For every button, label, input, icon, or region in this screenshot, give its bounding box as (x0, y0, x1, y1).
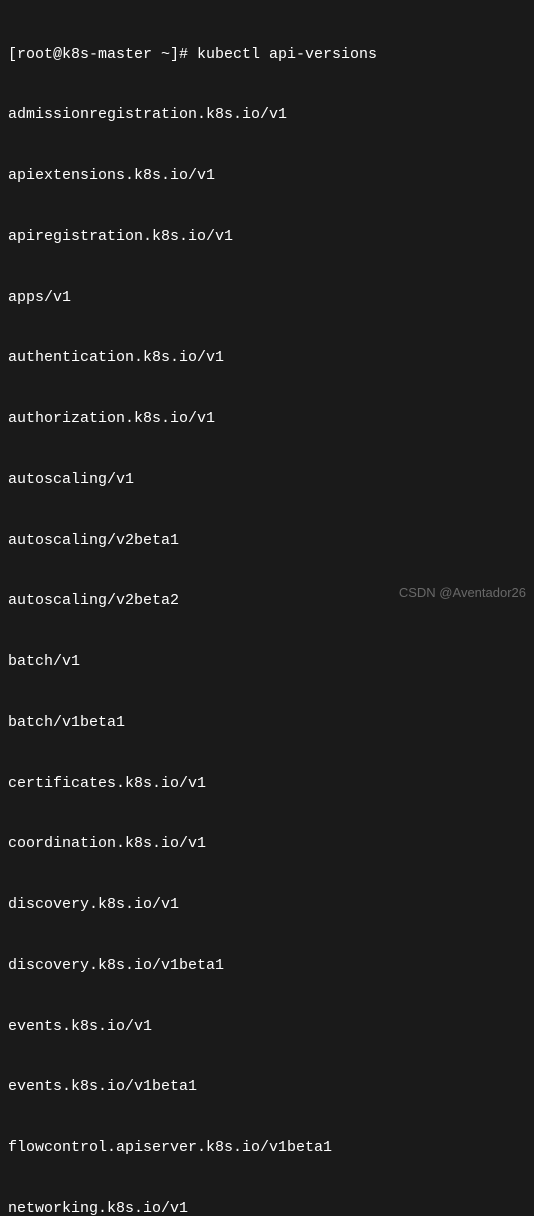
output-line: events.k8s.io/v1 (8, 1017, 526, 1037)
output-line: batch/v1 (8, 652, 526, 672)
command-text: kubectl api-versions (197, 46, 377, 63)
output-line: coordination.k8s.io/v1 (8, 834, 526, 854)
output-line: apiregistration.k8s.io/v1 (8, 227, 526, 247)
output-line: discovery.k8s.io/v1 (8, 895, 526, 915)
output-line: autoscaling/v1 (8, 470, 526, 490)
shell-prompt: [root@k8s-master ~]# (8, 46, 197, 63)
output-line: events.k8s.io/v1beta1 (8, 1077, 526, 1097)
output-line: authorization.k8s.io/v1 (8, 409, 526, 429)
command-line: [root@k8s-master ~]# kubectl api-version… (8, 45, 526, 65)
output-line: authentication.k8s.io/v1 (8, 348, 526, 368)
terminal[interactable]: [root@k8s-master ~]# kubectl api-version… (8, 4, 526, 1216)
output-line: certificates.k8s.io/v1 (8, 774, 526, 794)
output-line: apps/v1 (8, 288, 526, 308)
output-line: discovery.k8s.io/v1beta1 (8, 956, 526, 976)
output-line: autoscaling/v2beta1 (8, 531, 526, 551)
output-line: batch/v1beta1 (8, 713, 526, 733)
output-line: networking.k8s.io/v1 (8, 1199, 526, 1216)
output-line: admissionregistration.k8s.io/v1 (8, 105, 526, 125)
output-line: apiextensions.k8s.io/v1 (8, 166, 526, 186)
watermark-csdn: CSDN @Aventador26 (399, 584, 526, 602)
output-line: flowcontrol.apiserver.k8s.io/v1beta1 (8, 1138, 526, 1158)
